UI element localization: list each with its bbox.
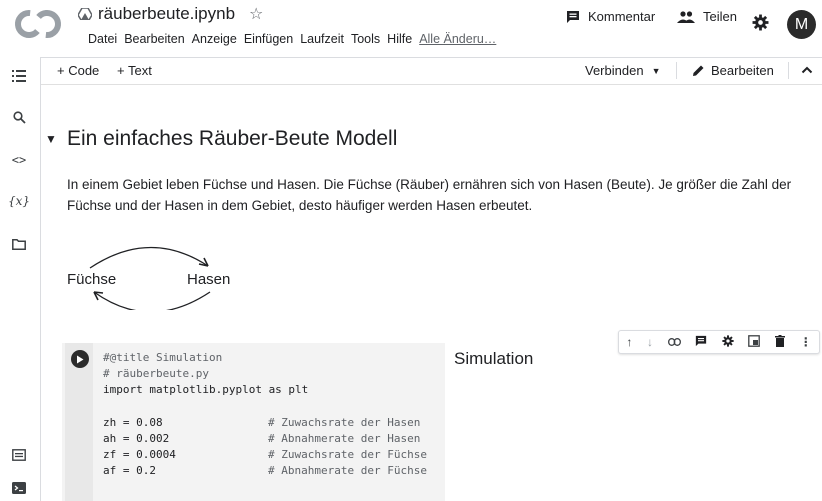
code-line: ah = 0.002 # Abnahmerate der Hasen (103, 432, 421, 446)
code-line: #@title Simulation (103, 351, 223, 364)
play-icon (77, 355, 84, 363)
all-changes-link[interactable]: Alle Änderu… (419, 32, 496, 46)
command-palette-icon[interactable] (9, 445, 29, 465)
cell-gutter (65, 343, 93, 501)
variables-icon[interactable]: {x} (8, 191, 30, 211)
gear-icon (752, 14, 769, 31)
terminal-icon[interactable] (9, 478, 29, 498)
edit-button[interactable]: Bearbeiten (692, 63, 774, 78)
delete-icon[interactable] (775, 334, 786, 350)
avatar-letter: M (794, 15, 809, 33)
toc-icon[interactable] (9, 66, 29, 86)
code-line: import matplotlib.pyplot as plt (103, 383, 309, 397)
comment-label: Kommentar (588, 9, 656, 24)
comment-icon (567, 10, 579, 23)
chevron-up-icon (801, 66, 813, 74)
comment-icon[interactable] (695, 335, 707, 350)
menu-item-bearbeiten[interactable]: Bearbeiten (124, 32, 184, 46)
connect-label: Verbinden (585, 63, 644, 78)
cell-toolbar: ↑ ↓ ⋮ (618, 330, 820, 354)
star-icon[interactable]: ☆ (249, 4, 263, 24)
more-options-icon[interactable]: ⋮ (800, 335, 812, 349)
colab-logo[interactable] (14, 6, 64, 42)
menu-item-hilfe[interactable]: Hilfe (387, 32, 412, 46)
notebook-title[interactable]: räuberbeute.ipynb (98, 4, 235, 24)
form-title: Simulation (454, 349, 534, 368)
link-icon[interactable] (667, 335, 681, 349)
menu-item-tools[interactable]: Tools (351, 32, 380, 46)
code-snippets-icon[interactable]: <> (9, 150, 29, 170)
app-header: räuberbeute.ipynb ☆ Datei Bearbeiten Anz… (0, 0, 822, 58)
comment-button[interactable]: Kommentar (566, 9, 655, 24)
notebook-title-row: räuberbeute.ipynb ☆ (78, 4, 263, 24)
share-button[interactable]: Teilen (677, 9, 737, 24)
code-line: zf = 0.0004 # Zuwachsrate der Füchse (103, 448, 427, 462)
add-code-button[interactable]: + Code (57, 63, 99, 78)
chevron-down-icon: ▼ (651, 65, 661, 76)
edit-label: Bearbeiten (711, 63, 774, 78)
code-line: zh = 0.08 # Zuwachsrate der Hasen (103, 415, 421, 429)
pencil-icon (693, 65, 704, 76)
code-cell[interactable]: #@title Simulation # räuberbeute.py import… (62, 343, 445, 501)
avatar[interactable]: M (787, 10, 816, 39)
left-sidebar: <> {x} (0, 57, 41, 501)
add-text-button[interactable]: + Text (117, 63, 152, 78)
gear-icon[interactable] (722, 334, 734, 350)
diagram-label-foxes: Füchse (67, 271, 117, 288)
toolbar-divider-2 (788, 62, 789, 79)
toolbar-divider (676, 62, 677, 79)
code-editor[interactable]: #@title Simulation # räuberbeute.py import… (103, 350, 427, 480)
section-heading: Ein einfaches Räuber-Beute Modell (67, 127, 398, 150)
collapse-section-icon[interactable]: ▼ (45, 132, 57, 146)
code-line: # räuberbeute.py (103, 367, 209, 381)
collapse-header-button[interactable] (801, 63, 813, 78)
run-cell-button[interactable] (71, 350, 89, 368)
arrow-down-icon[interactable]: ↓ (647, 335, 653, 349)
folder-icon[interactable] (9, 234, 29, 254)
menu-bar: Datei Bearbeiten Anzeige Einfügen Laufze… (88, 32, 496, 46)
drive-icon (78, 8, 92, 20)
menu-item-datei[interactable]: Datei (88, 32, 117, 46)
diagram-label-hares: Hasen (187, 271, 231, 288)
search-icon[interactable] (9, 107, 29, 127)
connect-button[interactable]: Verbinden ▼ (585, 63, 660, 78)
menu-item-laufzeit[interactable]: Laufzeit (300, 32, 344, 46)
arrow-up-icon[interactable]: ↑ (626, 335, 632, 349)
people-icon (677, 10, 695, 23)
code-line: af = 0.2 # Abnahmerate der Füchse (103, 464, 427, 478)
mirror-cell-icon[interactable] (748, 334, 761, 350)
intro-paragraph: In einem Gebiet leben Füchse und Hasen. … (67, 177, 792, 213)
menu-item-einfuegen[interactable]: Einfügen (244, 32, 293, 46)
notebook-toolbar: + Code + Text Verbinden ▼ Bearbeiten (41, 57, 822, 85)
menu-item-anzeige[interactable]: Anzeige (192, 32, 237, 46)
share-label: Teilen (703, 9, 737, 24)
settings-button[interactable] (752, 14, 769, 36)
